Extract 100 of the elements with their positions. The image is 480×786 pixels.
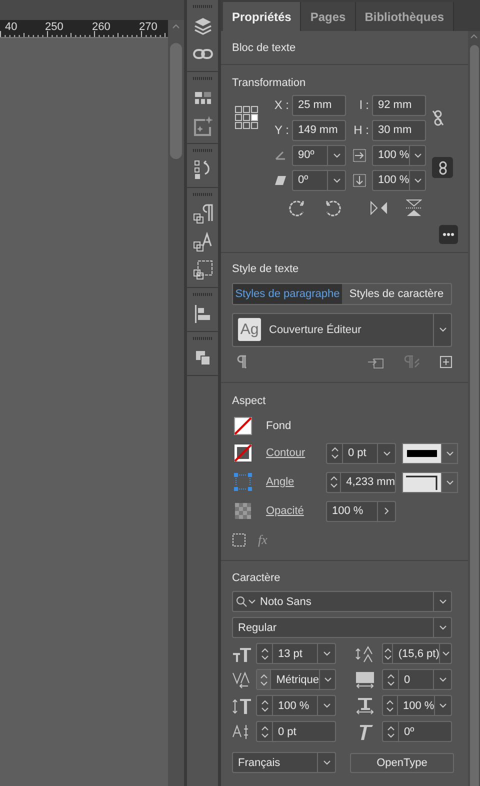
stepper-icon[interactable] (386, 724, 394, 739)
panel-tab[interactable]: Bibliothèques (356, 2, 454, 31)
scale-x-icon (352, 148, 366, 162)
font-family-field[interactable]: Noto Sans (232, 591, 452, 612)
stepper-icon[interactable] (386, 698, 394, 713)
flip-vertical-icon[interactable] (406, 198, 422, 217)
chevron-up-icon (470, 34, 478, 39)
frame-icon[interactable] (232, 532, 246, 547)
ruler-label: 270 (139, 21, 158, 33)
new-style-icon[interactable] (440, 356, 452, 368)
stepper-icon[interactable] (384, 646, 392, 661)
opacity-field[interactable]: 100 % (326, 500, 396, 522)
chevron-down-icon (439, 703, 448, 708)
chevron-down-icon (324, 677, 332, 682)
pathfinder-icon[interactable] (194, 350, 210, 366)
style-tab[interactable]: Styles de caractère (342, 284, 451, 304)
chevron-down-icon (438, 327, 446, 332)
chevron-down-icon (332, 152, 340, 158)
scroll-thumb[interactable] (170, 43, 182, 159)
combo-field[interactable]: 100 % (372, 170, 426, 191)
rotate-cw-icon[interactable] (288, 198, 306, 217)
corner-link[interactable]: Angle (266, 476, 326, 488)
object-style-icon[interactable] (192, 260, 212, 280)
stepper-icon[interactable] (260, 724, 268, 739)
panel-scrollbar[interactable] (468, 31, 480, 786)
style-dropdown[interactable]: Ag Couverture Éditeur (232, 312, 452, 347)
dropdown-caret[interactable] (442, 472, 458, 493)
section-title: Aspect (232, 394, 267, 407)
field-label: X : (273, 98, 290, 112)
paragraph-style-icon[interactable] (192, 204, 212, 224)
scrollbar[interactable] (168, 20, 184, 786)
stroke-swatch[interactable] (402, 442, 442, 464)
angle-icon (275, 150, 286, 160)
shear-icon (275, 176, 286, 185)
panel-tab[interactable]: Pages (301, 2, 356, 31)
combo-field[interactable]: 90º (292, 144, 346, 166)
no-fill-icon[interactable] (234, 416, 252, 435)
opentype-button[interactable]: OpenType (350, 752, 454, 773)
grid-icon[interactable] (194, 91, 212, 105)
combo-field[interactable]: (15,6 pt) (382, 643, 452, 664)
steps-undo-icon[interactable] (194, 160, 212, 180)
opacity-link[interactable]: Opacité (266, 505, 326, 518)
value-field[interactable]: 4,233 mm (326, 472, 396, 493)
chevron-down-icon (438, 625, 446, 630)
corner-shape-icon (405, 474, 439, 490)
value-field[interactable]: 25 mm (292, 94, 346, 116)
leading-icon (355, 644, 375, 663)
sparkle-frame-icon[interactable] (192, 116, 212, 136)
chevron-down-icon (322, 703, 330, 708)
panel-tab[interactable]: Propriétés (223, 2, 302, 31)
character-style-icon[interactable] (192, 232, 212, 252)
combo-field[interactable]: 0 pt (326, 442, 396, 464)
stroke-link[interactable]: Contour (266, 447, 326, 460)
corner-swatch[interactable] (402, 472, 442, 493)
align-left-icon[interactable] (194, 305, 210, 323)
combo-field[interactable]: Métrique (256, 669, 336, 690)
flip-horizontal-icon[interactable] (370, 200, 388, 215)
chevron-down-icon (322, 760, 330, 766)
no-stroke-icon[interactable] (234, 444, 252, 462)
kerning-icon (232, 670, 252, 689)
more-button[interactable] (439, 224, 458, 244)
hscale-icon (355, 696, 375, 715)
combo-field[interactable]: 13 pt (256, 643, 336, 664)
layers-icon[interactable] (194, 17, 212, 35)
combo-field[interactable]: 100 % (256, 695, 336, 716)
unlink-icon[interactable] (432, 110, 444, 126)
value-field[interactable]: 92 mm (372, 94, 426, 116)
stepper-icon[interactable] (330, 475, 338, 490)
section-title: Transformation (232, 76, 307, 89)
combo-field[interactable]: 100 % (372, 144, 426, 166)
constrain-button[interactable] (432, 157, 453, 178)
chevron-up-icon (172, 24, 180, 29)
combo-field[interactable]: 0º (292, 170, 346, 191)
value-field[interactable]: 0º (382, 721, 452, 742)
stepper-icon[interactable] (260, 646, 268, 661)
combo-field[interactable]: 100 % (382, 695, 452, 716)
value-field[interactable]: 149 mm (292, 120, 346, 141)
fill-label: Fond (266, 420, 292, 432)
reference-point-icon[interactable] (235, 106, 259, 130)
stepper-icon[interactable] (330, 446, 338, 460)
field-label: H : (352, 123, 370, 138)
value-field[interactable]: 30 mm (372, 120, 426, 141)
search-icon (236, 596, 247, 608)
tracking-icon (355, 670, 375, 689)
style-tab[interactable]: Styles de paragraphe (233, 284, 342, 304)
rotate-ccw-icon[interactable] (324, 198, 342, 217)
combo-field[interactable]: Français (232, 752, 336, 774)
font-style-field[interactable]: Regular (232, 617, 452, 638)
pilcrow-icon[interactable] (235, 354, 247, 369)
combo-field[interactable]: 0 (382, 669, 452, 690)
stepper-icon[interactable] (260, 698, 268, 713)
stepper-icon[interactable] (260, 672, 268, 687)
chevron-down-icon (322, 651, 330, 656)
stepper-icon[interactable] (386, 672, 394, 687)
value-field[interactable]: 0 pt (256, 721, 336, 742)
scroll-thumb[interactable] (470, 45, 478, 786)
link-icon[interactable] (192, 48, 212, 60)
ruler-label: 250 (45, 21, 64, 33)
ruler-label: 260 (92, 21, 110, 33)
dropdown-caret[interactable] (442, 442, 458, 464)
